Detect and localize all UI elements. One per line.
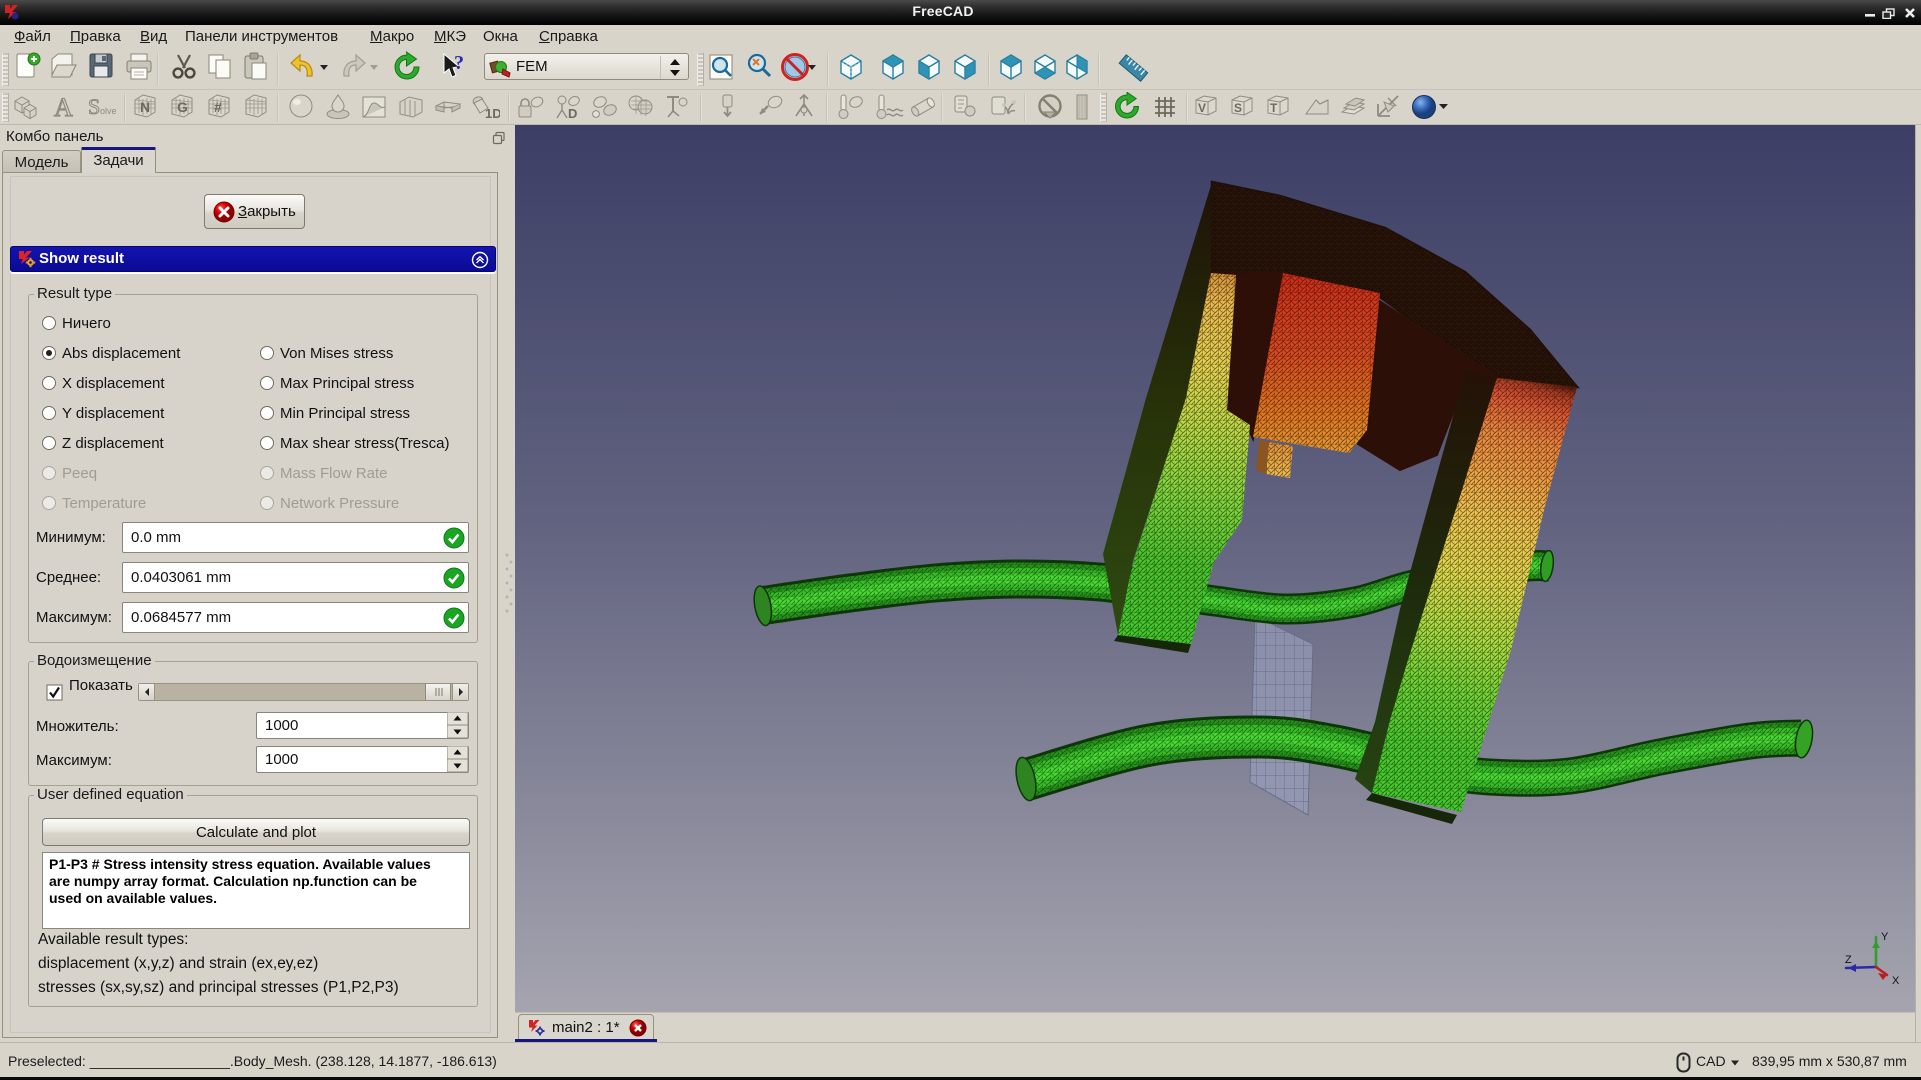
svg-text:Y: Y bbox=[1881, 931, 1889, 943]
svg-text:N: N bbox=[140, 99, 150, 115]
svg-text:D: D bbox=[568, 106, 577, 121]
svg-text:S: S bbox=[1234, 101, 1242, 115]
svg-text:#: # bbox=[214, 99, 222, 115]
svg-text:S: S bbox=[88, 94, 100, 119]
svg-text:V: V bbox=[1198, 101, 1206, 115]
svg-text:X: X bbox=[1892, 975, 1900, 987]
svg-text:olver: olver bbox=[100, 106, 116, 116]
svg-text:T: T bbox=[1270, 101, 1278, 115]
svg-text:?: ? bbox=[454, 52, 464, 74]
svg-text:1D: 1D bbox=[485, 106, 500, 121]
svg-text:Z: Z bbox=[1845, 954, 1852, 966]
svg-text:G: G bbox=[177, 99, 188, 115]
svg-text:A: A bbox=[54, 93, 73, 122]
